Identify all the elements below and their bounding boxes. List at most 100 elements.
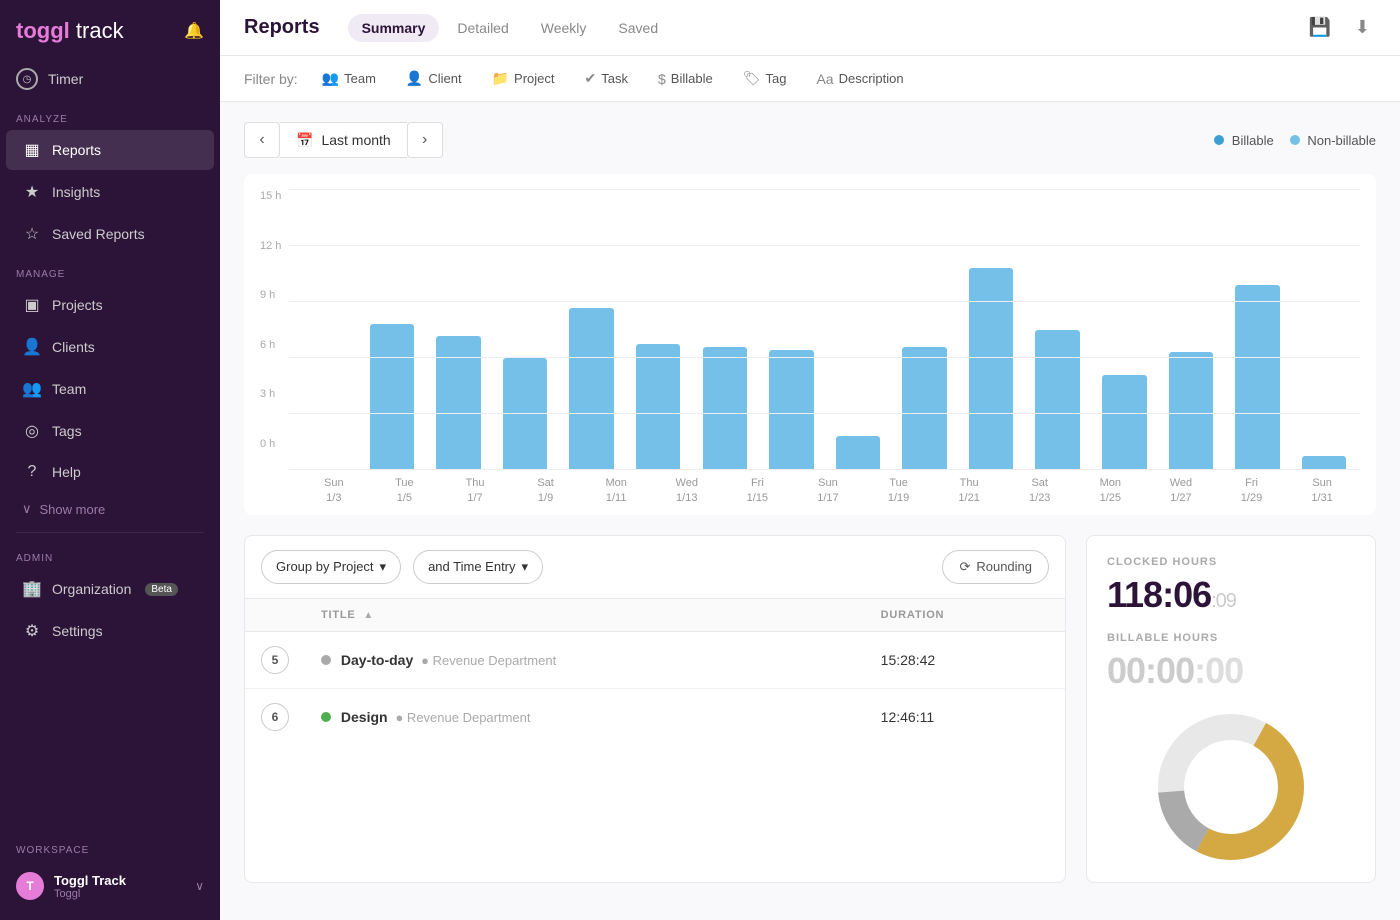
row-expand-cell: 5 (245, 631, 305, 688)
filter-billable[interactable]: $ Billable (652, 67, 719, 91)
table-header-row: TITLE ▲ DURATION (245, 599, 1065, 632)
sidebar-divider (16, 532, 204, 533)
date-range-label: Last month (321, 132, 390, 148)
tab-summary[interactable]: Summary (348, 14, 440, 42)
date-nav: ‹ 📅 Last month › Billable Non-billable (244, 122, 1376, 158)
chart-bar (569, 308, 614, 470)
settings-icon: ⚙ (22, 621, 42, 641)
chart-bar (636, 344, 681, 470)
chevron-down-icon: ▾ (522, 559, 529, 575)
filter-project[interactable]: 📁 Project (486, 66, 561, 91)
row-expand-button[interactable]: 5 (261, 646, 289, 674)
chart-bar (769, 350, 814, 470)
filter-team-label: Team (344, 71, 376, 86)
filter-description[interactable]: Aa Description (810, 67, 909, 91)
x-label: Fri1/29 (1218, 476, 1286, 507)
analyze-section-label: ANALYZE (0, 100, 220, 129)
group-by-button[interactable]: Group by Project ▾ (261, 550, 401, 584)
sidebar-item-clients[interactable]: 👤 Clients (6, 327, 214, 367)
sidebar-item-team[interactable]: 👥 Team (6, 369, 214, 409)
timer-label: Timer (48, 71, 83, 87)
organization-icon: 🏢 (22, 579, 42, 599)
date-range-button[interactable]: 📅 Last month (280, 122, 407, 158)
chart-bar (1102, 375, 1147, 470)
col-title[interactable]: TITLE ▲ (305, 599, 865, 632)
col-duration: DURATION (865, 599, 1065, 632)
chart-bar-col (826, 190, 890, 470)
rounding-button[interactable]: ⟳ Rounding (942, 550, 1049, 584)
filter-client[interactable]: 👤 Client (400, 66, 468, 91)
timer-item[interactable]: ◷ Timer (0, 58, 220, 100)
non-billable-legend-dot (1290, 135, 1300, 145)
chart-bar (1235, 285, 1280, 470)
table-row[interactable]: 6 Design ● Revenue Department 12:46:11 (245, 688, 1065, 745)
chart-bar-col (1026, 190, 1090, 470)
show-more-item[interactable]: ∨ Show more (6, 493, 214, 525)
workspace-label: WORKSPACE (6, 839, 214, 862)
tab-weekly[interactable]: Weekly (527, 14, 601, 42)
tab-detailed[interactable]: Detailed (443, 14, 522, 42)
chart-bar-col (1093, 190, 1157, 470)
chart-bar (969, 268, 1014, 470)
chart-bar (370, 324, 415, 470)
prev-date-button[interactable]: ‹ (244, 122, 280, 158)
chart-bar-col (427, 190, 491, 470)
table-row[interactable]: 5 Day-to-day ● Revenue Department 15:28:… (245, 631, 1065, 688)
chart-bars (289, 190, 1360, 470)
y-label-3: 3 h (260, 388, 281, 400)
sidebar-item-projects[interactable]: ▣ Projects (6, 285, 214, 325)
sidebar-item-saved-reports[interactable]: ☆ Saved Reports (6, 214, 214, 254)
chart-bars-container (289, 190, 1360, 470)
manage-section-label: MANAGE (0, 255, 220, 284)
stats-panel: CLOCKED HOURS 118:06:09 BILLABLE HOURS 0… (1086, 535, 1376, 883)
header: Reports Summary Detailed Weekly Saved 💾 … (220, 0, 1400, 56)
sidebar-item-tags[interactable]: ◎ Tags (6, 411, 214, 451)
sort-icon: ▲ (363, 610, 374, 621)
time-entry-label: and Time Entry (428, 559, 515, 574)
clocked-main: 118:06 (1107, 574, 1211, 615)
time-entry-button[interactable]: and Time Entry ▾ (413, 550, 543, 584)
data-table: TITLE ▲ DURATION 5 Day-to-day ● Revenue … (245, 599, 1065, 745)
sidebar-item-label: Insights (52, 184, 100, 200)
sidebar-item-settings[interactable]: ⚙ Settings (6, 611, 214, 651)
sidebar-item-label: Saved Reports (52, 226, 145, 242)
workspace-item[interactable]: T Toggl Track Toggl ∨ (6, 862, 214, 910)
pie-chart (1156, 712, 1306, 862)
filter-team[interactable]: 👥 Team (316, 66, 382, 91)
download-button[interactable]: ⬇ (1349, 13, 1376, 42)
workspace-sub: Toggl (54, 888, 126, 900)
sidebar-item-reports[interactable]: ▦ Reports (6, 130, 214, 170)
chart-bar (436, 336, 481, 470)
logo-track: track (76, 18, 124, 43)
sidebar: toggl track 🔔 ◷ Timer ANALYZE ▦ Reports … (0, 0, 220, 920)
row-expand-button[interactable]: 6 (261, 703, 289, 731)
filter-project-label: Project (514, 71, 554, 86)
chart-x-labels: Sun1/3Tue1/5Thu1/7Sat1/9Mon1/11Wed1/13Fr… (296, 470, 1360, 515)
filter-bar: Filter by: 👥 Team 👤 Client 📁 Project ✔ T… (220, 56, 1400, 102)
sidebar-item-organization[interactable]: 🏢 Organization Beta (6, 569, 214, 609)
clocked-sec-val: 09 (1216, 590, 1236, 612)
header-tabs: Summary Detailed Weekly Saved (348, 14, 673, 42)
filter-tag[interactable]: 🏷 Tag (737, 66, 793, 91)
next-date-button[interactable]: › (407, 122, 443, 158)
sidebar-item-insights[interactable]: ★ Insights (6, 172, 214, 212)
y-label-0: 0 h (260, 438, 281, 450)
bell-icon[interactable]: 🔔 (184, 21, 204, 41)
billable-hours-label: BILLABLE HOURS (1107, 632, 1355, 644)
project-name: Day-to-day (341, 652, 413, 668)
tags-icon: ◎ (22, 421, 42, 441)
filter-task[interactable]: ✔ Task (579, 66, 634, 91)
task-filter-icon: ✔ (585, 70, 597, 87)
sidebar-item-help[interactable]: ? Help (6, 453, 214, 491)
chart-bar (836, 436, 881, 470)
sidebar-item-label: Clients (52, 339, 95, 355)
tab-saved[interactable]: Saved (604, 14, 672, 42)
clocked-hours-value: 118:06:09 (1107, 574, 1355, 616)
billable-filter-icon: $ (658, 71, 666, 87)
non-billable-legend-label: Non-billable (1307, 133, 1376, 148)
save-report-button[interactable]: 💾 (1302, 13, 1336, 42)
billable-legend-dot (1214, 135, 1224, 145)
workspace-avatar: T (16, 872, 44, 900)
chart-bar-col (693, 190, 757, 470)
project-color-dot (321, 655, 331, 665)
